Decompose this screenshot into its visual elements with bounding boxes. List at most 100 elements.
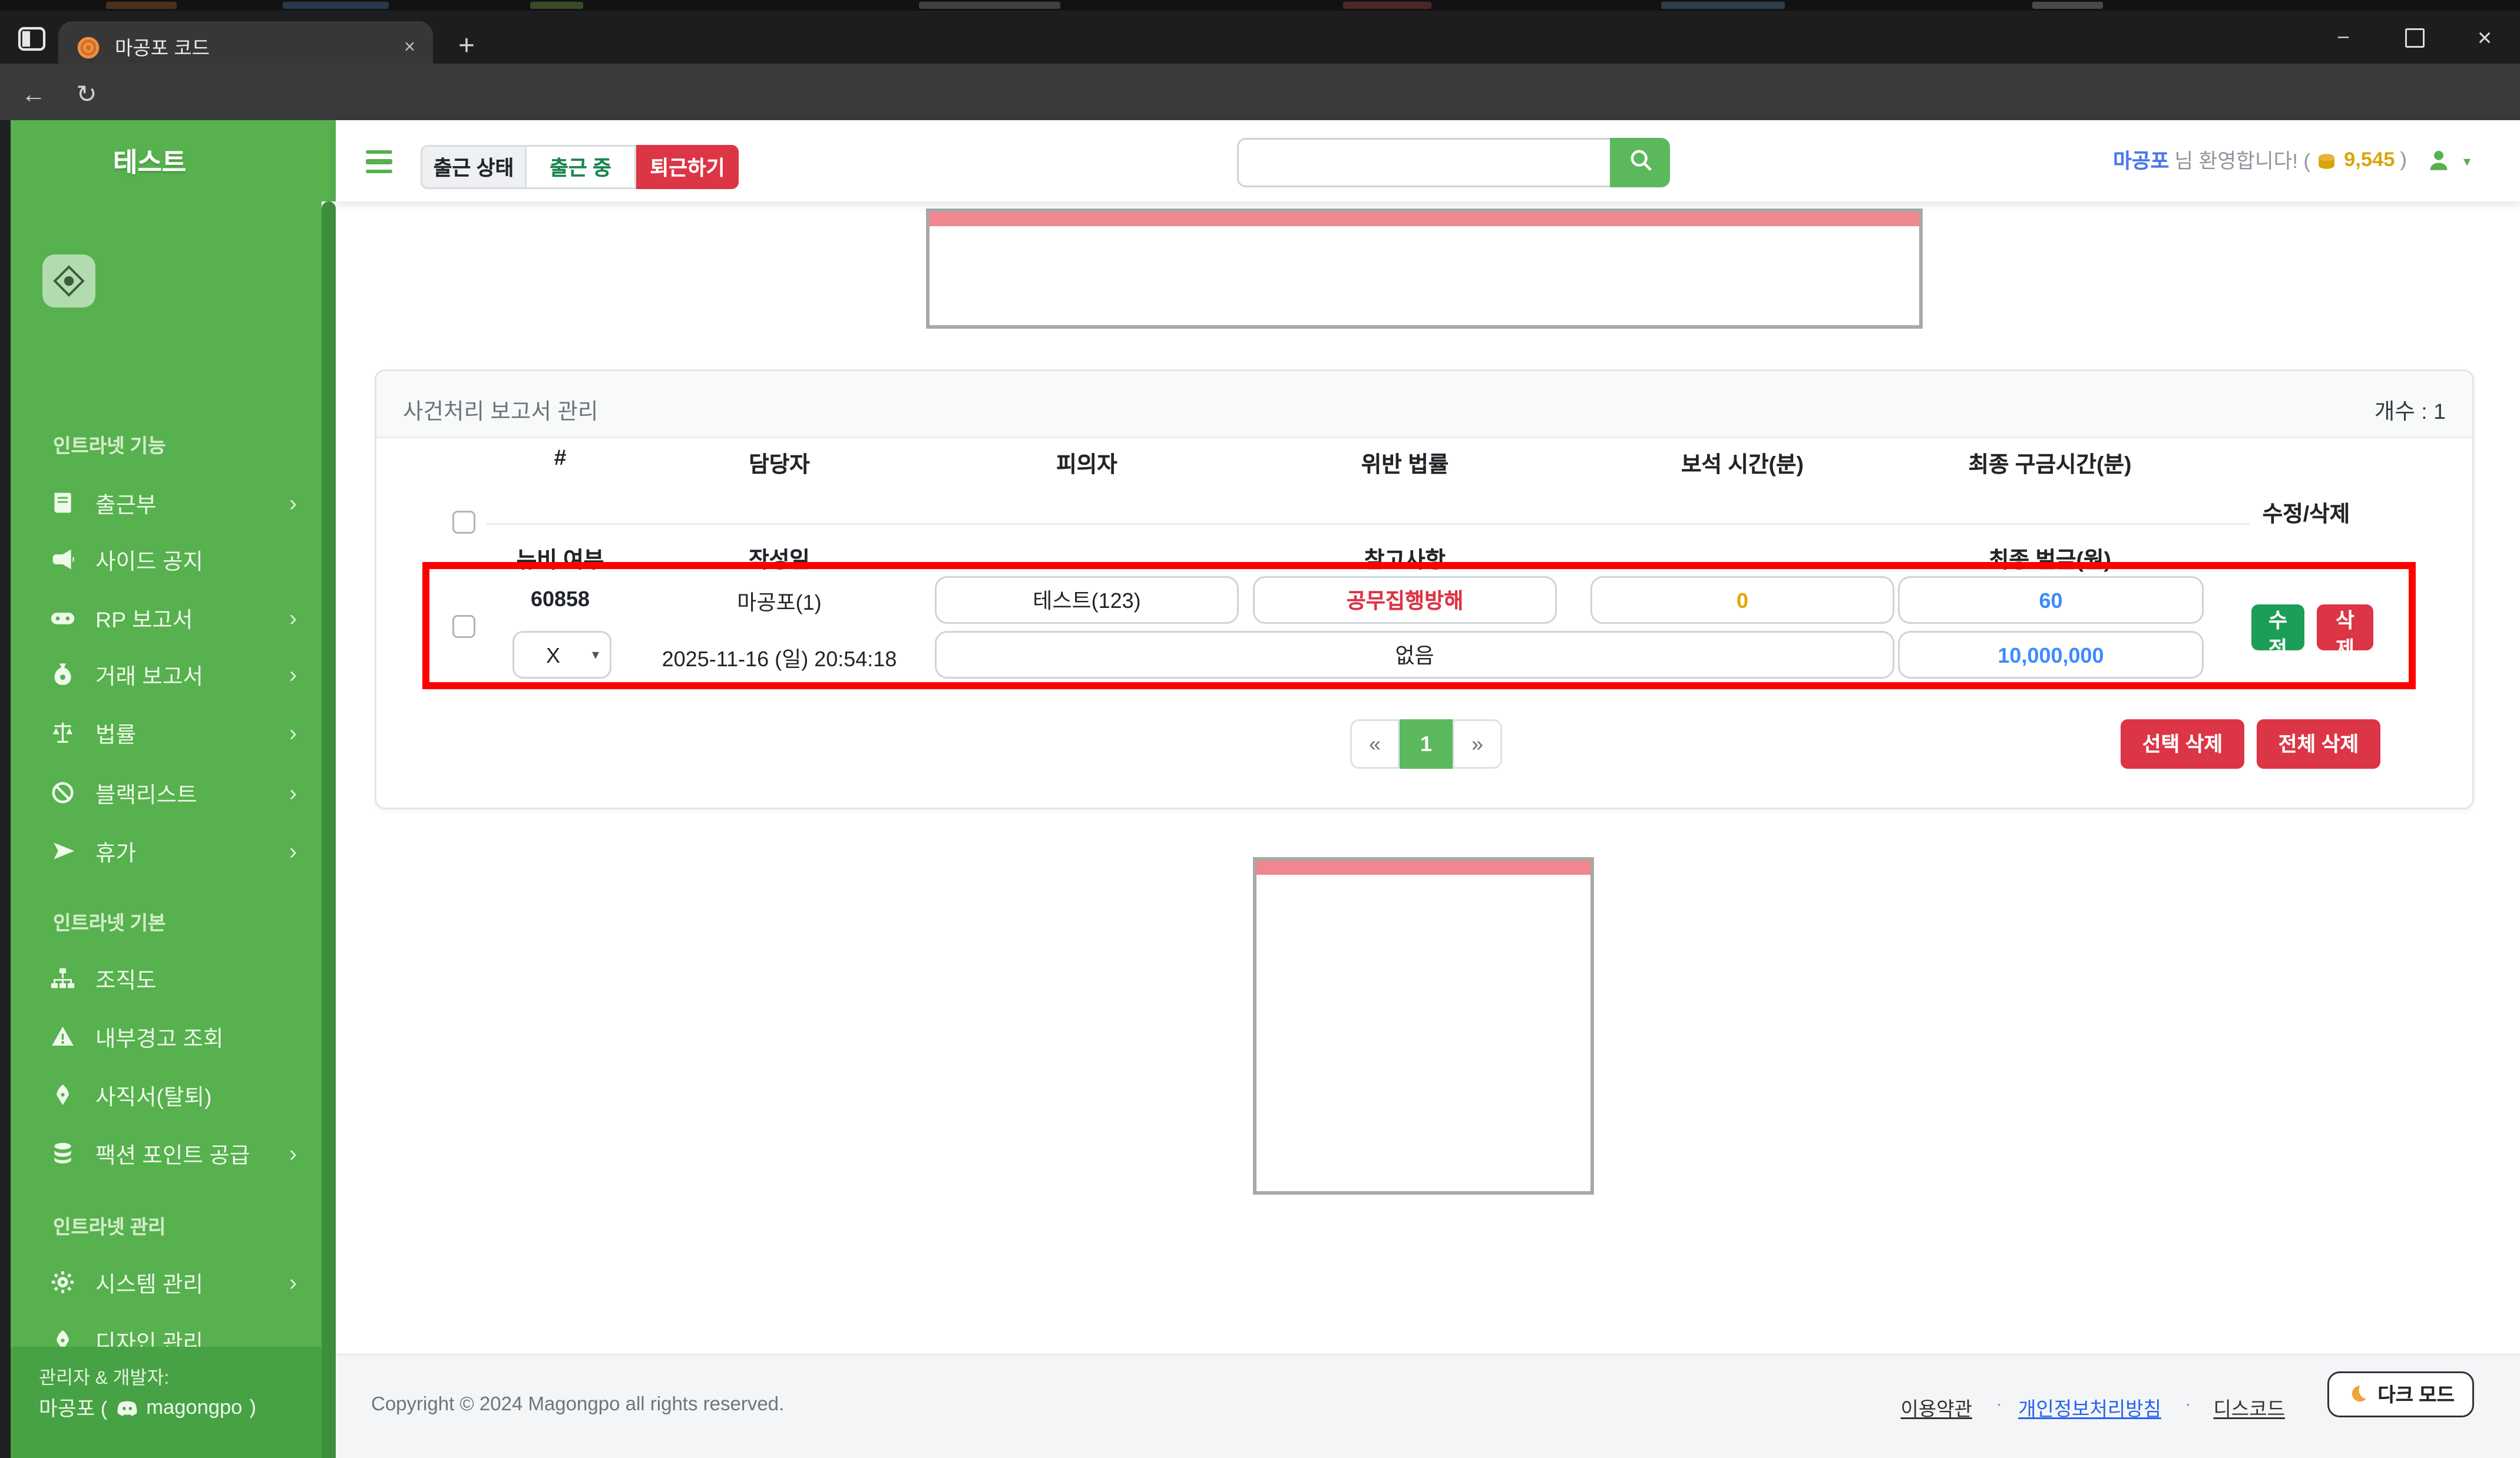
- browser-toolbar: ← ↻ 127.0.0.1:8080/service/intranet/admi…: [0, 64, 2520, 175]
- sidebar-item-blacklist[interactable]: 블랙리스트 ›: [11, 763, 322, 820]
- sidebar-section-intranet-admin: 인트라넷 관리: [53, 1218, 166, 1239]
- pagination-page-1[interactable]: 1: [1400, 719, 1453, 769]
- window-minimize-button[interactable]: –: [2308, 11, 2379, 64]
- row-created-at: 2025-11-16 (일) 20:54:18: [662, 647, 897, 672]
- top-embed-box: [926, 209, 1923, 329]
- row-manager: 마공포(1): [737, 590, 822, 615]
- user-welcome[interactable]: 마공포 님 환영합니다! ( 9,545 ) ▾: [2113, 120, 2471, 201]
- clock-out-button[interactable]: 퇴근하기: [636, 145, 739, 189]
- card-header: 사건처리 보고서 관리 개수 : 1: [376, 371, 2472, 438]
- sidebar-admin-footer: 관리자 & 개발자: 마공포 ( magongpo ): [11, 1347, 322, 1458]
- select-all-checkbox[interactable]: [452, 511, 475, 534]
- coin-icon: [2316, 150, 2339, 173]
- app-logo[interactable]: [42, 254, 95, 308]
- sidebar-header: 테스트: [11, 120, 336, 308]
- chevron-right-icon: ›: [289, 778, 297, 805]
- site-favicon: [76, 35, 101, 60]
- main-content: 사건처리 보고서 관리 개수 : 1 # 담당자 피의자 위반 법률 보석 시간…: [336, 201, 2520, 1458]
- violation-input[interactable]: [1253, 576, 1557, 624]
- dark-mode-button[interactable]: 다크 모드: [2328, 1371, 2474, 1417]
- megaphone-icon: [49, 545, 76, 572]
- tab-close-icon[interactable]: ×: [404, 37, 415, 58]
- edit-button[interactable]: 수정: [2251, 604, 2304, 661]
- screenshot-root: 마공포 코드 × + – × ← ↻ 127.0.0.1:8080/servic…: [0, 0, 2520, 1458]
- chevron-right-icon: ›: [289, 1139, 297, 1166]
- privacy-link[interactable]: 개인정보처리방침: [2018, 1394, 2161, 1423]
- warning-icon: [49, 1023, 76, 1049]
- chevron-right-icon: ›: [289, 488, 297, 515]
- fine-input[interactable]: [1898, 631, 2204, 679]
- admin-name: 마공포 (: [39, 1400, 108, 1421]
- header-divider: [486, 523, 2250, 525]
- delete-button[interactable]: 삭제: [2317, 604, 2373, 661]
- select-caret-icon: ▾: [591, 647, 599, 663]
- window-close-button[interactable]: ×: [2449, 11, 2520, 64]
- pagination-prev[interactable]: «: [1350, 719, 1400, 769]
- sidebar-item-vacation[interactable]: 휴가 ›: [11, 822, 322, 878]
- dark-mode-label: 다크 모드: [2377, 1386, 2455, 1407]
- user-menu-caret-icon: ▾: [2463, 153, 2471, 169]
- discord-link[interactable]: 디스코드: [2214, 1394, 2285, 1423]
- sidebar: 인트라넷 기능 출근부 › 사이드 공지 RP 보고서 › 거래 보고서 › 법…: [11, 201, 322, 1458]
- newbie-value: X: [545, 642, 560, 667]
- sidebar-section-intranet-features: 인트라넷 기능: [53, 437, 166, 458]
- plane-icon: [49, 837, 76, 864]
- delete-selected-button[interactable]: 선택 삭제: [2121, 719, 2244, 769]
- card-title: 사건처리 보고서 관리: [403, 399, 598, 424]
- money-bag-icon: [49, 660, 76, 687]
- refresh-button[interactable]: ↻: [71, 78, 102, 110]
- discord-icon: [114, 1396, 139, 1421]
- search-button[interactable]: [1610, 138, 1670, 187]
- sidebar-item-faction-points[interactable]: 팩션 포인트 공급 ›: [11, 1124, 322, 1181]
- search-icon: [1627, 147, 1653, 178]
- sidebar-item-rp-report[interactable]: RP 보고서 ›: [11, 589, 322, 645]
- suspect-input[interactable]: [935, 576, 1239, 624]
- col-header-violation: 위반 법률: [1361, 452, 1449, 477]
- sidebar-item-side-notice[interactable]: 사이드 공지: [11, 530, 322, 587]
- sidebar-item-warning-lookup[interactable]: 내부경고 조회: [11, 1007, 322, 1064]
- col-header-bail: 보석 시간(분): [1681, 452, 1804, 477]
- sidebar-section-intranet-basic: 인트라넷 기본: [53, 914, 166, 935]
- chevron-right-icon: ›: [289, 837, 297, 864]
- back-button[interactable]: ←: [18, 78, 49, 110]
- sidebar-item-trade-report[interactable]: 거래 보고서 ›: [11, 645, 322, 702]
- sidebar-scrollbar[interactable]: [322, 201, 336, 1458]
- sidebar-item-system-admin[interactable]: 시스템 관리 ›: [11, 1253, 322, 1310]
- terms-link[interactable]: 이용약관: [1901, 1394, 1972, 1423]
- user-name: 마공포: [2113, 152, 2170, 173]
- col-header-suspect: 피의자: [1056, 452, 1117, 477]
- sidebar-item-resignation[interactable]: 사직서(탈퇴): [11, 1066, 322, 1122]
- page-footer: Copyright © 2024 Magongpo all rights res…: [336, 1354, 2520, 1458]
- sidebar-item-attendance[interactable]: 출근부 ›: [11, 474, 322, 530]
- bottom-embed-box: [1253, 857, 1594, 1195]
- delete-all-button[interactable]: 전체 삭제: [2257, 719, 2380, 769]
- report-card: 사건처리 보고서 관리 개수 : 1 # 담당자 피의자 위반 법률 보석 시간…: [375, 369, 2474, 809]
- row-id: 60858: [530, 587, 590, 611]
- sidebar-item-org-chart[interactable]: 조직도: [11, 949, 322, 1006]
- newbie-select[interactable]: X ▾: [512, 631, 611, 679]
- sidebar-toggle-button[interactable]: [357, 140, 401, 184]
- coins-icon: [49, 1139, 76, 1166]
- top-embed-box-header: [930, 212, 1919, 226]
- col-header-id: #: [554, 445, 567, 470]
- sidebar-item-law[interactable]: 법률 ›: [11, 703, 322, 760]
- admin-label: 관리자 & 개발자:: [39, 1368, 170, 1389]
- tab-search-icon[interactable]: [14, 23, 49, 55]
- bail-minutes-input[interactable]: [1590, 576, 1894, 624]
- user-person-icon: [2426, 148, 2451, 173]
- col-header-manager: 담당자: [749, 452, 810, 477]
- attendance-status-value[interactable]: 출근 중: [527, 145, 636, 189]
- detention-minutes-input[interactable]: [1898, 576, 2204, 624]
- window-left-edge: [0, 120, 11, 1458]
- pagination-next[interactable]: »: [1453, 719, 1502, 769]
- app-title[interactable]: 테스트: [113, 120, 186, 201]
- app-header: 출근 상태 출근 중 퇴근하기 마공포 님 환영합니다! ( 9,545 ) ▾: [336, 120, 2520, 201]
- note-input[interactable]: [935, 631, 1894, 679]
- record-count: 개수 : 1: [2374, 399, 2446, 424]
- chevron-right-icon: ›: [289, 603, 297, 630]
- search-input[interactable]: [1237, 138, 1610, 187]
- admin-discord-handle: magongpo: [146, 1398, 243, 1419]
- scales-icon: [49, 719, 76, 745]
- window-maximize-button[interactable]: [2379, 11, 2449, 64]
- row-select-checkbox[interactable]: [452, 615, 475, 638]
